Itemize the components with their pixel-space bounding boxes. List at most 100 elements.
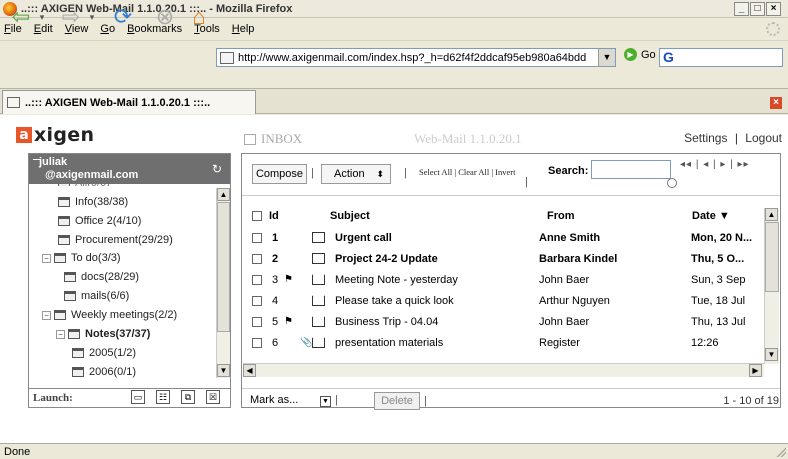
column-header-from[interactable]: From bbox=[547, 210, 575, 222]
mark-as-select[interactable]: Mark as... ▼ | bbox=[250, 394, 370, 410]
collapse-toggle-icon[interactable]: − bbox=[42, 253, 51, 263]
flag-icon[interactable]: ⚑ bbox=[284, 274, 293, 285]
collapse-toggle-icon[interactable]: − bbox=[56, 329, 65, 339]
forward-button[interactable]: ⇨ bbox=[56, 4, 86, 30]
back-dropdown-button[interactable]: ▾ bbox=[36, 4, 48, 30]
stop-button[interactable]: ⊗ bbox=[150, 4, 180, 30]
mail-search-input[interactable] bbox=[591, 160, 671, 179]
folder-item[interactable]: 2006(0/1) bbox=[72, 366, 136, 378]
address-bar[interactable]: http://www.axigenmail.com/index.hsp?_h=d… bbox=[216, 48, 616, 67]
delete-button[interactable]: Delete bbox=[374, 392, 420, 410]
resize-grip-icon[interactable] bbox=[776, 447, 786, 457]
search-box[interactable]: G bbox=[659, 48, 783, 67]
message-scrollbar[interactable]: ▲ ▼ bbox=[764, 208, 779, 364]
logout-link[interactable]: Logout bbox=[745, 131, 782, 145]
address-dropdown-button[interactable]: ▼ bbox=[598, 49, 615, 66]
scroll-up-arrow-icon[interactable]: ▲ bbox=[217, 188, 230, 201]
scroll-thumb[interactable] bbox=[217, 202, 230, 332]
action-dropdown[interactable]: Action ⬍ bbox=[321, 164, 391, 184]
folder-item[interactable]: Info(38/38) bbox=[58, 196, 128, 208]
message-checkbox[interactable] bbox=[252, 338, 262, 348]
message-checkbox[interactable] bbox=[252, 317, 262, 327]
launch-contacts-icon[interactable]: ☷ bbox=[156, 390, 170, 404]
select-all-checkbox[interactable] bbox=[252, 211, 262, 221]
message-checkbox[interactable] bbox=[252, 296, 262, 306]
scroll-right-arrow-icon[interactable]: ▶ bbox=[749, 364, 762, 377]
message-subject[interactable]: Please take a quick look bbox=[335, 295, 535, 307]
settings-link[interactable]: Settings bbox=[684, 131, 727, 145]
reload-icon: ⟳ bbox=[113, 4, 133, 29]
folder-label: Notes(37/37) bbox=[85, 328, 151, 340]
horizontal-scrollbar[interactable]: ◀ ▶ bbox=[243, 363, 764, 377]
folder-item[interactable]: Procurement(29/29) bbox=[58, 234, 173, 246]
current-folder-label: INBOX bbox=[244, 131, 302, 147]
message-from: John Baer bbox=[539, 274, 590, 286]
message-row[interactable]: 1 Urgent call Anne Smith Mon, 20 N... bbox=[242, 228, 762, 250]
folder-item[interactable]: 2005(1/2) bbox=[72, 347, 136, 359]
invert-link[interactable]: Invert bbox=[495, 167, 515, 177]
folder-item[interactable]: docs(28/29) bbox=[64, 271, 139, 283]
browser-tab[interactable]: ..::: AXIGEN Web-Mail 1.1.0.20.1 :::.. bbox=[2, 90, 256, 114]
folder-item[interactable]: − Notes(37/37) bbox=[56, 328, 150, 340]
clear-all-link[interactable]: Clear All bbox=[458, 167, 489, 177]
select-all-link[interactable]: Select All bbox=[419, 167, 452, 177]
column-header-date[interactable]: Date ▼ bbox=[692, 210, 730, 222]
read-envelope-icon bbox=[312, 337, 325, 348]
message-row[interactable]: 5 ⚑ Business Trip - 04.04 John Baer Thu, 13 … bbox=[242, 312, 762, 334]
scroll-left-arrow-icon[interactable]: ◀ bbox=[243, 364, 256, 377]
folder-item[interactable]: − Weekly meetings(2/2) bbox=[42, 309, 177, 321]
scroll-up-arrow-icon[interactable]: ▲ bbox=[765, 208, 778, 221]
message-row[interactable]: 2 Project 24-2 Update Barbara Kindel Thu, 5… bbox=[242, 249, 762, 271]
go-label: Go bbox=[641, 48, 656, 61]
logo-text: xigen bbox=[34, 124, 95, 146]
scroll-down-arrow-icon[interactable]: ▼ bbox=[217, 364, 230, 377]
refresh-icon[interactable]: ↻ bbox=[212, 162, 222, 176]
message-checkbox[interactable] bbox=[252, 233, 262, 243]
close-window-button[interactable]: × bbox=[766, 2, 781, 16]
message-subject[interactable]: Business Trip - 04.04 bbox=[335, 316, 535, 328]
forward-dropdown-button[interactable]: ▾ bbox=[86, 4, 98, 30]
menu-item[interactable]: Help bbox=[232, 23, 255, 35]
close-tab-button[interactable]: × bbox=[770, 97, 782, 109]
scroll-down-arrow-icon[interactable]: ▼ bbox=[765, 348, 778, 361]
collapse-toggle-icon[interactable]: − bbox=[42, 310, 51, 320]
message-subject[interactable]: Urgent call bbox=[335, 232, 535, 244]
column-header-id[interactable]: Id bbox=[269, 210, 279, 222]
folder-item[interactable]: − To do(3/3) bbox=[42, 252, 121, 264]
launch-mail-icon[interactable]: ▭ bbox=[131, 390, 145, 404]
message-checkbox[interactable] bbox=[252, 254, 262, 264]
search-icon[interactable] bbox=[667, 178, 677, 188]
back-arrow-icon: ⇦ bbox=[11, 4, 31, 29]
folder-icon bbox=[72, 367, 84, 377]
compose-button[interactable]: Compose bbox=[252, 164, 307, 184]
message-subject[interactable]: Meeting Note - yesterday bbox=[335, 274, 535, 286]
go-button[interactable]: ▶ Go bbox=[624, 48, 656, 61]
column-header-subject[interactable]: Subject bbox=[330, 210, 370, 222]
back-button[interactable]: ⇦ bbox=[6, 4, 36, 30]
message-row[interactable]: 4 Please take a quick look Arthur Nguyen Tu… bbox=[242, 291, 762, 313]
message-subject[interactable]: presentation materials bbox=[335, 337, 535, 349]
folder-item[interactable]: mails(6/6) bbox=[64, 290, 129, 302]
launch-folders-icon[interactable]: ⧉ bbox=[181, 390, 195, 404]
folder-label: 2005(1/2) bbox=[89, 347, 137, 359]
folder-label: Procurement(29/29) bbox=[75, 234, 173, 246]
folder-item[interactable]: Office 2(4/10) bbox=[58, 215, 141, 227]
minimize-button[interactable]: _ bbox=[734, 2, 749, 16]
pager[interactable]: ◂◂ | ◂ | ▸ | ▸▸ bbox=[680, 159, 750, 170]
folder-scrollbar[interactable]: ▲ ▼ bbox=[216, 188, 230, 378]
message-checkbox[interactable] bbox=[252, 275, 262, 285]
message-row[interactable]: 3 ⚑ Meeting Note - yesterday John Baer Sun, … bbox=[242, 270, 762, 292]
message-row[interactable]: 6 📎 presentation materials Register 12:26 bbox=[242, 333, 762, 355]
toolbar-separator: | bbox=[311, 167, 314, 179]
maximize-button[interactable]: □ bbox=[750, 2, 765, 16]
flag-icon[interactable]: ⚑ bbox=[284, 316, 293, 327]
scroll-thumb[interactable] bbox=[765, 222, 779, 292]
launch-close-icon[interactable]: ☒ bbox=[206, 390, 220, 404]
folder-label: Office 2(4/10) bbox=[75, 215, 142, 227]
reload-button[interactable]: ⟳ bbox=[108, 4, 138, 30]
home-button[interactable]: ⌂ bbox=[184, 4, 214, 30]
message-subject[interactable]: Project 24-2 Update bbox=[335, 253, 535, 265]
home-icon: ⌂ bbox=[192, 4, 206, 29]
status-bar: Done bbox=[0, 443, 788, 459]
message-id: 4 bbox=[272, 295, 279, 307]
